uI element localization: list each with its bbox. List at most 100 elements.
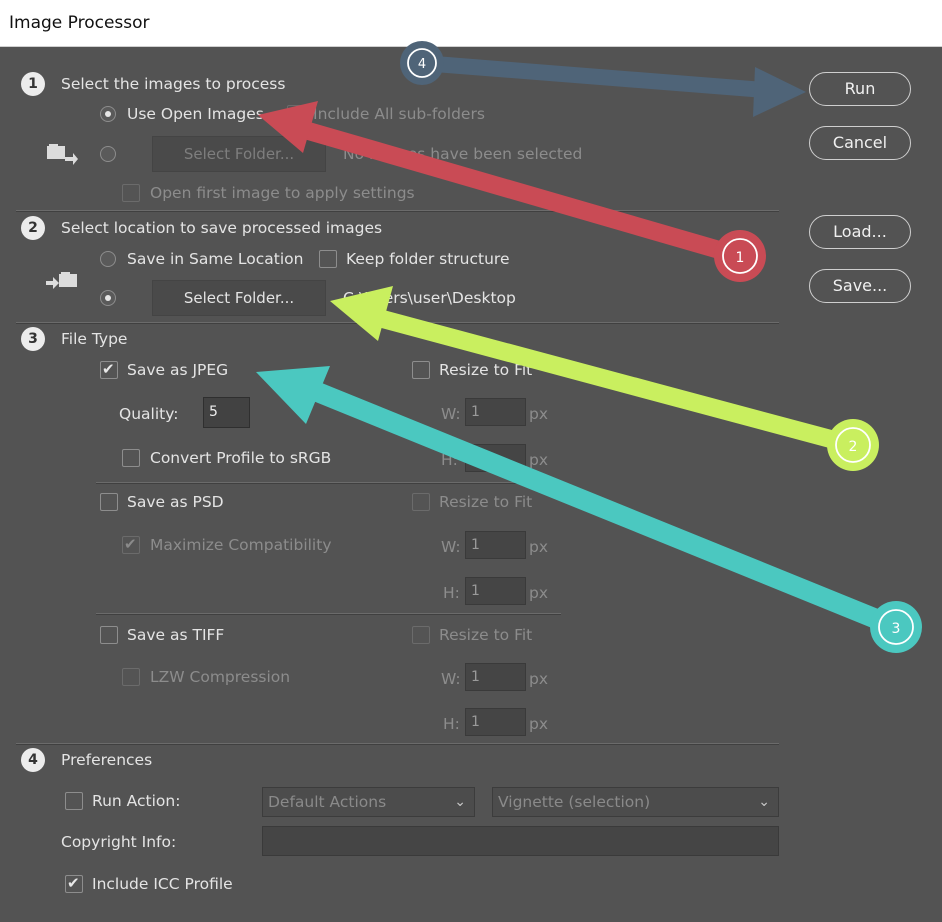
run-button[interactable]: Run <box>809 72 911 106</box>
include-subfolders-checkbox[interactable] <box>287 105 305 123</box>
step-1-badge: 1 <box>21 72 45 96</box>
annotation-badge-2: 2 <box>827 419 879 471</box>
save-as-psd-checkbox[interactable] <box>100 493 118 511</box>
psd-height-unit: px <box>529 584 549 602</box>
annotation-arrow-2 <box>330 286 856 454</box>
step-3-badge: 3 <box>21 327 45 351</box>
maximize-compatibility-checkbox[interactable]: ✔ <box>122 535 140 554</box>
select-destination-folder-radio[interactable] <box>100 290 116 306</box>
chevron-down-icon: ⌄ <box>454 794 466 810</box>
divider <box>96 482 561 484</box>
convert-srgb-checkbox[interactable] <box>122 449 140 467</box>
select-destination-folder-button[interactable]: Select Folder... <box>152 280 326 316</box>
destination-path-text: C:\Users\user\Desktop <box>343 289 516 307</box>
source-status-text: No images have been selected <box>343 145 583 163</box>
tiff-resize-checkbox[interactable] <box>412 626 430 644</box>
save-as-tiff-checkbox[interactable] <box>100 626 118 644</box>
cancel-button[interactable]: Cancel <box>809 126 911 160</box>
jpeg-height-unit: px <box>529 451 549 469</box>
tiff-width-input[interactable]: 1 <box>465 663 526 691</box>
jpeg-height-input[interactable]: 1 <box>465 444 526 472</box>
save-same-location-label[interactable]: Save in Same Location <box>127 250 304 268</box>
annotation-arrow-3 <box>256 366 900 637</box>
action-set-dropdown[interactable]: Default Actions ⌄ <box>262 787 475 817</box>
tiff-height-label: H: <box>443 715 460 733</box>
psd-resize-label: Resize to Fit <box>439 493 533 511</box>
keep-folder-structure-checkbox[interactable] <box>319 250 337 268</box>
psd-resize-checkbox[interactable] <box>412 493 430 511</box>
jpeg-resize-checkbox[interactable] <box>412 361 430 379</box>
copyright-label: Copyright Info: <box>61 833 177 851</box>
save-button[interactable]: Save... <box>809 269 911 303</box>
copyright-input[interactable] <box>262 826 779 856</box>
psd-width-input[interactable]: 1 <box>465 531 526 559</box>
jpeg-height-label: H: <box>441 451 458 469</box>
run-action-label[interactable]: Run Action: <box>92 792 180 810</box>
convert-srgb-label[interactable]: Convert Profile to sRGB <box>150 449 331 467</box>
jpeg-width-unit: px <box>529 405 549 423</box>
jpeg-resize-label[interactable]: Resize to Fit <box>439 361 532 379</box>
divider <box>16 210 779 212</box>
include-icc-checkbox[interactable]: ✔ <box>65 874 83 893</box>
checkmark-icon: ✔ <box>102 360 115 378</box>
checkmark-icon: ✔ <box>67 874 80 892</box>
action-dropdown[interactable]: Vignette (selection) ⌄ <box>492 787 779 817</box>
step-4-badge: 4 <box>21 748 45 772</box>
annotation-badge-4: 4 <box>400 41 444 85</box>
use-open-images-radio[interactable] <box>100 106 116 122</box>
section4-title: Preferences <box>61 751 153 769</box>
section2-title: Select location to save processed images <box>61 219 383 237</box>
include-icc-label[interactable]: Include ICC Profile <box>92 875 233 893</box>
jpeg-width-label: W: <box>441 405 461 423</box>
use-open-images-label[interactable]: Use Open Images <box>127 105 264 123</box>
save-location-icon <box>46 272 77 289</box>
open-images-icon <box>47 144 78 165</box>
step-2-badge: 2 <box>21 216 45 240</box>
psd-height-label: H: <box>443 584 460 602</box>
lzw-compression-checkbox[interactable] <box>122 668 140 686</box>
annotation-badge-1: 1 <box>714 230 766 282</box>
annotation-label-3: 3 <box>892 621 901 637</box>
maximize-compatibility-label: Maximize Compatibility <box>150 536 332 554</box>
keep-folder-structure-label[interactable]: Keep folder structure <box>346 250 510 268</box>
divider <box>16 322 779 324</box>
image-processor-dialog: Image Processor 1 Select the images to p… <box>0 0 942 922</box>
action-set-value: Default Actions <box>268 793 387 811</box>
select-source-folder-button[interactable]: Select Folder... <box>152 136 326 172</box>
save-as-jpeg-checkbox[interactable]: ✔ <box>100 360 118 379</box>
save-as-tiff-label[interactable]: Save as TIFF <box>127 626 224 644</box>
save-as-psd-label[interactable]: Save as PSD <box>127 493 224 511</box>
select-source-folder-radio[interactable] <box>100 146 116 162</box>
quality-label: Quality: <box>119 405 179 423</box>
tiff-height-input[interactable]: 1 <box>465 708 526 736</box>
chevron-down-icon: ⌄ <box>758 794 770 810</box>
psd-width-unit: px <box>529 538 549 556</box>
load-button[interactable]: Load... <box>809 215 911 249</box>
tiff-height-unit: px <box>529 715 549 733</box>
tiff-width-label: W: <box>441 670 461 688</box>
include-subfolders-label: Include All sub-folders <box>313 105 485 123</box>
action-value: Vignette (selection) <box>498 793 651 811</box>
checkmark-icon: ✔ <box>124 535 137 553</box>
run-action-checkbox[interactable] <box>65 792 83 810</box>
save-as-jpeg-label[interactable]: Save as JPEG <box>127 361 228 379</box>
divider <box>96 613 561 615</box>
open-first-image-label: Open first image to apply settings <box>150 184 415 202</box>
divider <box>16 743 779 745</box>
tiff-width-unit: px <box>529 670 549 688</box>
lzw-compression-label: LZW Compression <box>150 668 291 686</box>
open-first-image-checkbox[interactable] <box>122 184 140 202</box>
annotation-label-1: 1 <box>736 250 745 266</box>
psd-height-input[interactable]: 1 <box>465 577 526 605</box>
section1-title: Select the images to process <box>61 75 286 93</box>
title-bar: Image Processor <box>0 0 942 47</box>
annotation-label-4: 4 <box>418 57 426 72</box>
section3-title: File Type <box>61 330 128 348</box>
save-same-location-radio[interactable] <box>100 251 116 267</box>
jpeg-width-input[interactable]: 1 <box>465 398 526 426</box>
psd-width-label: W: <box>441 538 461 556</box>
annotation-label-2: 2 <box>849 439 858 455</box>
quality-input[interactable]: 5 <box>203 397 250 428</box>
annotation-badge-3: 3 <box>870 601 922 653</box>
tiff-resize-label: Resize to Fit <box>439 626 533 644</box>
